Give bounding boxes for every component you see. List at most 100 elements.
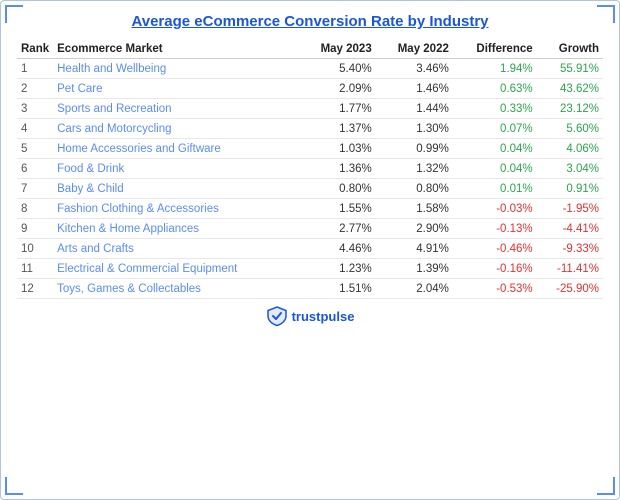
- table-row: 4Cars and Motorcycling1.37%1.30%0.07%5.6…: [17, 119, 603, 139]
- cell-market-name: Home Accessories and Giftware: [53, 139, 298, 159]
- cell-may2023: 1.77%: [299, 99, 376, 119]
- cell-may2022: 2.90%: [376, 219, 453, 239]
- cell-rank: 7: [17, 179, 53, 199]
- cell-market-name: Electrical & Commercial Equipment: [53, 259, 298, 279]
- trustpulse-shield-icon: [266, 305, 288, 327]
- cell-difference: 0.01%: [453, 179, 537, 199]
- cell-growth: 5.60%: [537, 119, 603, 139]
- main-container: Average eCommerce Conversion Rate by Ind…: [0, 0, 620, 500]
- cell-may2022: 1.32%: [376, 159, 453, 179]
- cell-growth: -25.90%: [537, 279, 603, 299]
- cell-difference: -0.16%: [453, 259, 537, 279]
- cell-may2022: 2.04%: [376, 279, 453, 299]
- cell-difference: 0.04%: [453, 139, 537, 159]
- cell-may2023: 1.51%: [299, 279, 376, 299]
- cell-rank: 6: [17, 159, 53, 179]
- page-title: Average eCommerce Conversion Rate by Ind…: [17, 13, 603, 30]
- cell-difference: -0.13%: [453, 219, 537, 239]
- cell-growth: -4.41%: [537, 219, 603, 239]
- cell-growth: 23.12%: [537, 99, 603, 119]
- cell-difference: 0.07%: [453, 119, 537, 139]
- corner-tl: [5, 5, 23, 23]
- cell-market-name: Toys, Games & Collectables: [53, 279, 298, 299]
- cell-difference: 0.33%: [453, 99, 537, 119]
- footer: trustpulse: [17, 305, 603, 327]
- cell-may2022: 0.80%: [376, 179, 453, 199]
- table-row: 7Baby & Child0.80%0.80%0.01%0.91%: [17, 179, 603, 199]
- cell-growth: 43.62%: [537, 79, 603, 99]
- cell-market-name: Health and Wellbeing: [53, 59, 298, 79]
- table-row: 1Health and Wellbeing5.40%3.46%1.94%55.9…: [17, 59, 603, 79]
- cell-rank: 2: [17, 79, 53, 99]
- col-difference: Difference: [453, 40, 537, 59]
- corner-br: [597, 477, 615, 495]
- cell-growth: -1.95%: [537, 199, 603, 219]
- cell-rank: 10: [17, 239, 53, 259]
- cell-rank: 9: [17, 219, 53, 239]
- table-row: 5Home Accessories and Giftware1.03%0.99%…: [17, 139, 603, 159]
- cell-growth: 3.04%: [537, 159, 603, 179]
- cell-may2022: 1.39%: [376, 259, 453, 279]
- data-table: Rank Ecommerce Market May 2023 May 2022 …: [17, 40, 603, 299]
- cell-may2023: 1.23%: [299, 259, 376, 279]
- cell-growth: 4.06%: [537, 139, 603, 159]
- table-row: 3Sports and Recreation1.77%1.44%0.33%23.…: [17, 99, 603, 119]
- cell-rank: 5: [17, 139, 53, 159]
- cell-market-name: Pet Care: [53, 79, 298, 99]
- cell-may2022: 3.46%: [376, 59, 453, 79]
- cell-may2023: 2.77%: [299, 219, 376, 239]
- cell-may2023: 2.09%: [299, 79, 376, 99]
- table-header-row: Rank Ecommerce Market May 2023 May 2022 …: [17, 40, 603, 59]
- cell-difference: 0.04%: [453, 159, 537, 179]
- col-market: Ecommerce Market: [53, 40, 298, 59]
- table-row: 10Arts and Crafts4.46%4.91%-0.46%-9.33%: [17, 239, 603, 259]
- cell-difference: -0.03%: [453, 199, 537, 219]
- cell-growth: -9.33%: [537, 239, 603, 259]
- corner-bl: [5, 477, 23, 495]
- cell-may2023: 4.46%: [299, 239, 376, 259]
- cell-rank: 4: [17, 119, 53, 139]
- cell-difference: 1.94%: [453, 59, 537, 79]
- cell-growth: 0.91%: [537, 179, 603, 199]
- table-row: 2Pet Care2.09%1.46%0.63%43.62%: [17, 79, 603, 99]
- cell-difference: -0.46%: [453, 239, 537, 259]
- cell-may2022: 1.44%: [376, 99, 453, 119]
- cell-may2022: 0.99%: [376, 139, 453, 159]
- cell-may2022: 1.30%: [376, 119, 453, 139]
- cell-may2023: 1.37%: [299, 119, 376, 139]
- cell-market-name: Kitchen & Home Appliances: [53, 219, 298, 239]
- cell-may2022: 1.58%: [376, 199, 453, 219]
- cell-may2023: 1.36%: [299, 159, 376, 179]
- cell-may2023: 1.55%: [299, 199, 376, 219]
- cell-market-name: Baby & Child: [53, 179, 298, 199]
- brand-name: trustpulse: [292, 309, 355, 324]
- table-row: 9Kitchen & Home Appliances2.77%2.90%-0.1…: [17, 219, 603, 239]
- cell-rank: 1: [17, 59, 53, 79]
- cell-market-name: Arts and Crafts: [53, 239, 298, 259]
- cell-may2023: 0.80%: [299, 179, 376, 199]
- cell-market-name: Cars and Motorcycling: [53, 119, 298, 139]
- cell-market-name: Sports and Recreation: [53, 99, 298, 119]
- cell-difference: 0.63%: [453, 79, 537, 99]
- cell-may2023: 5.40%: [299, 59, 376, 79]
- cell-difference: -0.53%: [453, 279, 537, 299]
- cell-market-name: Food & Drink: [53, 159, 298, 179]
- cell-market-name: Fashion Clothing & Accessories: [53, 199, 298, 219]
- table-row: 8Fashion Clothing & Accessories1.55%1.58…: [17, 199, 603, 219]
- cell-may2022: 1.46%: [376, 79, 453, 99]
- cell-rank: 3: [17, 99, 53, 119]
- cell-rank: 12: [17, 279, 53, 299]
- cell-growth: 55.91%: [537, 59, 603, 79]
- cell-rank: 8: [17, 199, 53, 219]
- cell-rank: 11: [17, 259, 53, 279]
- col-may2023: May 2023: [299, 40, 376, 59]
- col-rank: Rank: [17, 40, 53, 59]
- cell-growth: -11.41%: [537, 259, 603, 279]
- table-row: 11Electrical & Commercial Equipment1.23%…: [17, 259, 603, 279]
- table-row: 6Food & Drink1.36%1.32%0.04%3.04%: [17, 159, 603, 179]
- col-growth: Growth: [537, 40, 603, 59]
- col-may2022: May 2022: [376, 40, 453, 59]
- cell-may2023: 1.03%: [299, 139, 376, 159]
- table-row: 12Toys, Games & Collectables1.51%2.04%-0…: [17, 279, 603, 299]
- brand-logo: trustpulse: [266, 305, 355, 327]
